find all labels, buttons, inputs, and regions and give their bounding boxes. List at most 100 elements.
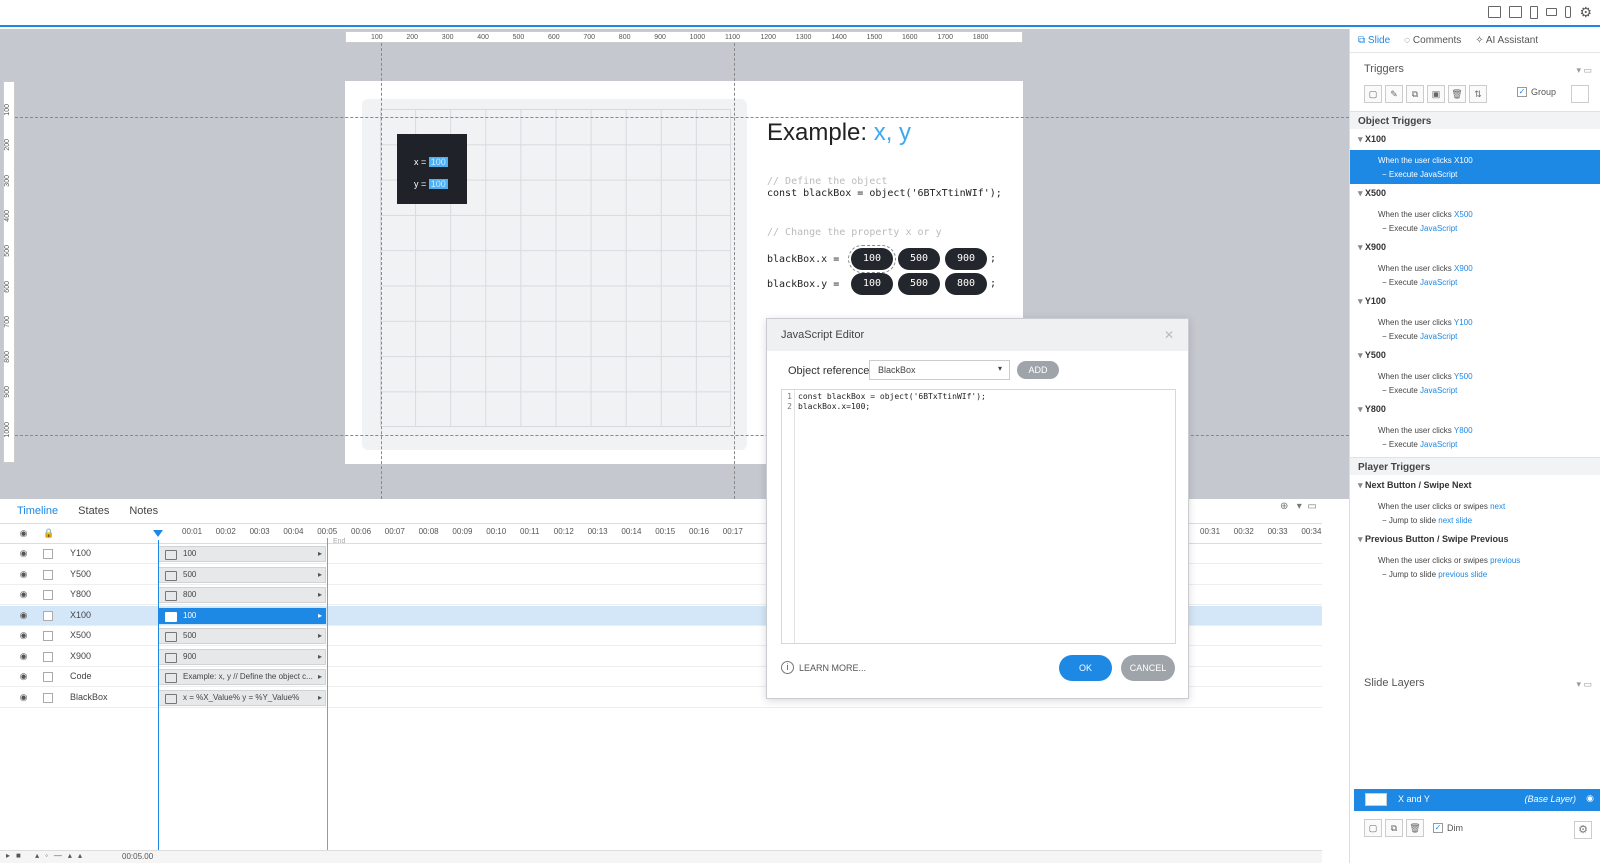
tab-states[interactable]: States: [78, 505, 109, 517]
lock-checkbox[interactable]: [43, 549, 53, 559]
ok-button[interactable]: OK: [1059, 655, 1112, 681]
eye-icon[interactable]: ◉: [18, 671, 29, 682]
eye-icon-all[interactable]: ◉: [18, 528, 29, 539]
trigger-target-link[interactable]: JavaScript: [1420, 332, 1457, 341]
timeline-zoom-icon[interactable]: ⊕: [1280, 501, 1288, 512]
lock-checkbox[interactable]: [43, 672, 53, 682]
delete-trigger-icon[interactable]: 🗑: [1448, 85, 1466, 103]
trigger-group-name[interactable]: Previous Button / Swipe Previous: [1358, 534, 1509, 545]
trigger-item[interactable]: When the user clicks X900− Execute JavaS…: [1350, 258, 1600, 292]
group-option[interactable]: ✓ Group: [1517, 87, 1556, 97]
trigger-object-link[interactable]: Y500: [1454, 372, 1473, 381]
trigger-object-link[interactable]: Y800: [1454, 426, 1473, 435]
lock-checkbox[interactable]: [43, 692, 53, 703]
trigger-item[interactable]: When the user clicks X500− Execute JavaS…: [1350, 204, 1600, 238]
playhead-line[interactable]: [158, 540, 159, 851]
trigger-target-link[interactable]: next slide: [1438, 516, 1472, 525]
timeline-bar[interactable]: 100: [158, 607, 326, 624]
trigger-object-link[interactable]: X100: [1454, 156, 1473, 165]
lock-checkbox[interactable]: [43, 590, 53, 600]
learn-more-link[interactable]: i LEARN MORE...: [781, 661, 866, 674]
trigger-target-link[interactable]: JavaScript: [1420, 278, 1457, 287]
timeline-bar[interactable]: 500: [158, 566, 326, 583]
eye-icon[interactable]: ◉: [18, 692, 29, 703]
timeline-bar[interactable]: Example: x, y // Define the object c...: [158, 669, 326, 685]
lock-checkbox[interactable]: [43, 610, 53, 621]
lock-checkbox[interactable]: [43, 631, 53, 641]
timeline-playback-controls[interactable]: ▸■ ▴◦—▴▴: [6, 851, 88, 860]
tab-comments[interactable]: ◌ Comments: [1404, 35, 1461, 46]
duplicate-layer-icon[interactable]: ⧉: [1385, 819, 1403, 837]
code-text[interactable]: const blackBox = object('6BTxTtinWIf'); …: [798, 392, 986, 412]
trigger-target-link[interactable]: previous slide: [1438, 570, 1487, 579]
trigger-object-link[interactable]: X900: [1454, 264, 1473, 273]
code-editor[interactable]: 1 2 const blackBox = object('6BTxTtinWIf…: [781, 389, 1176, 644]
eye-icon[interactable]: ◉: [18, 651, 29, 662]
tablet-landscape-icon[interactable]: [1509, 6, 1523, 18]
layer-settings-gear-icon[interactable]: ⚙: [1574, 821, 1592, 839]
new-trigger-icon[interactable]: ▢: [1364, 85, 1382, 103]
timeline-bar[interactable]: x = %X_Value% y = %Y_Value%: [158, 689, 326, 706]
base-layer-row[interactable]: X and Y (Base Layer) ◉: [1354, 789, 1600, 811]
timeline-menu-icon[interactable]: ▾: [1297, 501, 1302, 512]
y500-button[interactable]: 500: [898, 273, 940, 295]
trigger-object-link[interactable]: previous: [1490, 556, 1520, 565]
close-icon[interactable]: ✕: [1164, 328, 1174, 342]
timeline-float-icon[interactable]: ▭: [1307, 501, 1316, 512]
trigger-group-name[interactable]: Next Button / Swipe Next: [1358, 480, 1472, 491]
layer-eye-icon[interactable]: ◉: [1586, 793, 1594, 804]
edit-trigger-icon[interactable]: ✎: [1385, 85, 1403, 103]
trigger-item[interactable]: When the user clicks Y100− Execute JavaS…: [1350, 312, 1600, 346]
timeline-end-marker[interactable]: [327, 538, 328, 851]
timeline-bar[interactable]: 100: [158, 546, 326, 562]
trigger-item[interactable]: When the user clicks Y800− Execute JavaS…: [1350, 420, 1600, 454]
trigger-group-name[interactable]: Y800: [1358, 404, 1386, 415]
object-reference-select[interactable]: BlackBox ▾: [869, 360, 1010, 380]
timeline-bar[interactable]: 800: [158, 587, 326, 603]
trigger-target-link[interactable]: JavaScript: [1420, 170, 1457, 179]
desktop-view-icon[interactable]: [1488, 6, 1502, 18]
trigger-target-link[interactable]: JavaScript: [1420, 386, 1457, 395]
dim-option[interactable]: ✓ Dim: [1433, 823, 1463, 833]
trigger-group-name[interactable]: Y100: [1358, 296, 1386, 307]
black-box-object[interactable]: x = 100 y = 100: [397, 134, 467, 204]
phone-portrait-icon[interactable]: [1565, 6, 1572, 18]
paste-trigger-icon[interactable]: ▣: [1427, 85, 1445, 103]
layers-collapse-icon[interactable]: ▾ ▭: [1576, 679, 1592, 690]
trigger-object-link[interactable]: next: [1490, 502, 1505, 511]
timeline-bar[interactable]: 900: [158, 648, 326, 665]
eye-icon[interactable]: ◉: [18, 630, 29, 641]
trigger-item[interactable]: When the user clicks Y500− Execute JavaS…: [1350, 366, 1600, 400]
tab-notes[interactable]: Notes: [129, 505, 158, 517]
trigger-object-link[interactable]: Y100: [1454, 318, 1473, 327]
y800-button[interactable]: 800: [945, 273, 987, 295]
tab-slide[interactable]: ⧉ Slide: [1358, 35, 1390, 46]
add-button[interactable]: ADD: [1017, 361, 1059, 379]
eye-icon[interactable]: ◉: [18, 610, 29, 621]
eye-icon[interactable]: ◉: [18, 569, 29, 580]
timeline-bar[interactable]: 500: [158, 628, 326, 644]
cancel-button[interactable]: CANCEL: [1121, 655, 1175, 681]
trigger-group-name[interactable]: X100: [1358, 134, 1386, 145]
x100-button[interactable]: 100: [848, 245, 896, 273]
copy-trigger-icon[interactable]: ⧉: [1406, 85, 1424, 103]
delete-layer-icon[interactable]: 🗑: [1406, 819, 1424, 837]
lock-icon-all[interactable]: 🔒: [43, 528, 54, 539]
lock-checkbox[interactable]: [43, 569, 53, 580]
dim-checkbox[interactable]: ✓: [1433, 823, 1443, 833]
guide-vertical-left[interactable]: [381, 43, 382, 499]
trigger-item[interactable]: When the user clicks or swipes next − Jum…: [1350, 496, 1600, 530]
new-layer-icon[interactable]: ▢: [1364, 819, 1382, 837]
eye-icon[interactable]: ◉: [18, 548, 29, 559]
trigger-target-link[interactable]: JavaScript: [1420, 440, 1457, 449]
guide-horizontal-top[interactable]: [15, 117, 1349, 118]
trigger-item[interactable]: When the user clicks X100− Execute JavaS…: [1350, 150, 1600, 184]
example-title[interactable]: Example: x, y: [767, 119, 911, 147]
settings-gear-icon[interactable]: ⚙: [1579, 5, 1592, 19]
triggers-collapse-icon[interactable]: ▾ ▭: [1576, 65, 1592, 76]
eye-icon[interactable]: ◉: [18, 589, 29, 600]
tab-timeline[interactable]: Timeline: [17, 505, 58, 517]
tablet-portrait-icon[interactable]: [1530, 6, 1539, 19]
player-triggers-header[interactable]: Player Triggers: [1350, 457, 1600, 475]
guide-vertical-right[interactable]: [734, 43, 735, 499]
